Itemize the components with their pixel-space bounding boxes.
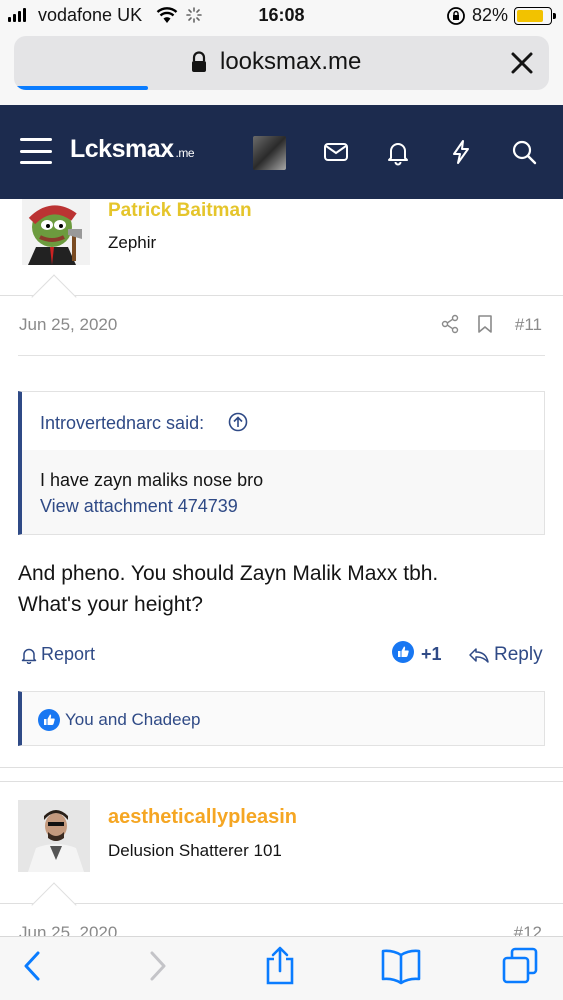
go-to-quote-icon[interactable]: [228, 412, 248, 432]
quote-author[interactable]: Introvertednarc said:: [40, 413, 204, 434]
author-avatar[interactable]: [22, 199, 90, 265]
post-date[interactable]: Jun 25, 2020: [19, 315, 117, 335]
thumbs-up-icon: [38, 709, 60, 731]
close-icon[interactable]: [508, 49, 536, 77]
site-logo[interactable]: Lcksmax .me: [70, 135, 195, 164]
envelope-icon[interactable]: [322, 138, 350, 166]
bookmark-icon[interactable]: [477, 314, 493, 334]
back-icon[interactable]: [20, 949, 44, 983]
lock-icon: [192, 51, 206, 72]
post-number[interactable]: #11: [515, 315, 542, 335]
battery-percent: 82%: [472, 5, 509, 25]
thumbs-up-icon: [398, 646, 409, 657]
url-text: looksmax.me: [220, 48, 362, 75]
reactions-summary[interactable]: You and Chadeep: [18, 691, 545, 746]
post-body: And pheno. You should Zayn Malik Maxx tb…: [18, 558, 545, 620]
page-load-progress: [14, 86, 148, 90]
post-actions: Report +1 Reply: [18, 641, 545, 671]
post-body-line: And pheno. You should Zayn Malik Maxx tb…: [18, 562, 439, 585]
lightning-icon[interactable]: [447, 138, 475, 166]
quote-header: Introvertednarc said:: [22, 392, 544, 450]
bell-icon[interactable]: [384, 138, 412, 166]
share-icon[interactable]: [440, 314, 460, 334]
like-button[interactable]: [392, 641, 414, 663]
user-avatar[interactable]: [253, 136, 286, 170]
bell-outline-icon: [21, 648, 37, 664]
post-meta-bar: Jun 25, 2020 #11: [18, 300, 545, 356]
address-bar[interactable]: looksmax.me: [14, 36, 549, 90]
search-icon[interactable]: [510, 138, 538, 166]
forward-icon[interactable]: [146, 949, 170, 983]
site-header: Lcksmax .me: [0, 105, 563, 199]
bookmarks-icon[interactable]: [380, 947, 422, 985]
author-username[interactable]: Patrick Baitman: [108, 200, 252, 222]
attachment-link[interactable]: View attachment 474739: [40, 496, 238, 517]
menu-icon[interactable]: [20, 138, 52, 164]
quote-text: I have zayn maliks nose bro: [40, 470, 264, 490]
post-body-line: What's your height?: [18, 593, 203, 616]
tabs-icon[interactable]: [500, 946, 540, 986]
report-label: Report: [41, 644, 96, 664]
like-count[interactable]: +1: [421, 644, 442, 665]
status-bar: vodafone UK 16:08 82%: [0, 0, 563, 32]
share-icon[interactable]: [263, 945, 297, 987]
author-username[interactable]: aestheticallypleasin: [108, 806, 297, 829]
reply-button[interactable]: Reply: [468, 644, 543, 666]
post-separator: [0, 767, 563, 781]
battery-icon: [514, 7, 556, 25]
browser-address-area: looksmax.me: [0, 32, 563, 105]
report-button[interactable]: Report: [20, 644, 95, 665]
author-avatar[interactable]: [18, 800, 90, 872]
reactions-text[interactable]: You and Chadeep: [65, 710, 201, 730]
quote-block: Introvertednarc said: I have zayn maliks…: [18, 391, 545, 535]
reply-label: Reply: [494, 644, 543, 665]
author-title: Delusion Shatterer 101: [108, 841, 282, 860]
browser-toolbar: [0, 936, 563, 1000]
orientation-lock-icon: [447, 7, 465, 25]
reply-icon: [469, 648, 489, 663]
author-title: Zephir: [108, 233, 157, 252]
